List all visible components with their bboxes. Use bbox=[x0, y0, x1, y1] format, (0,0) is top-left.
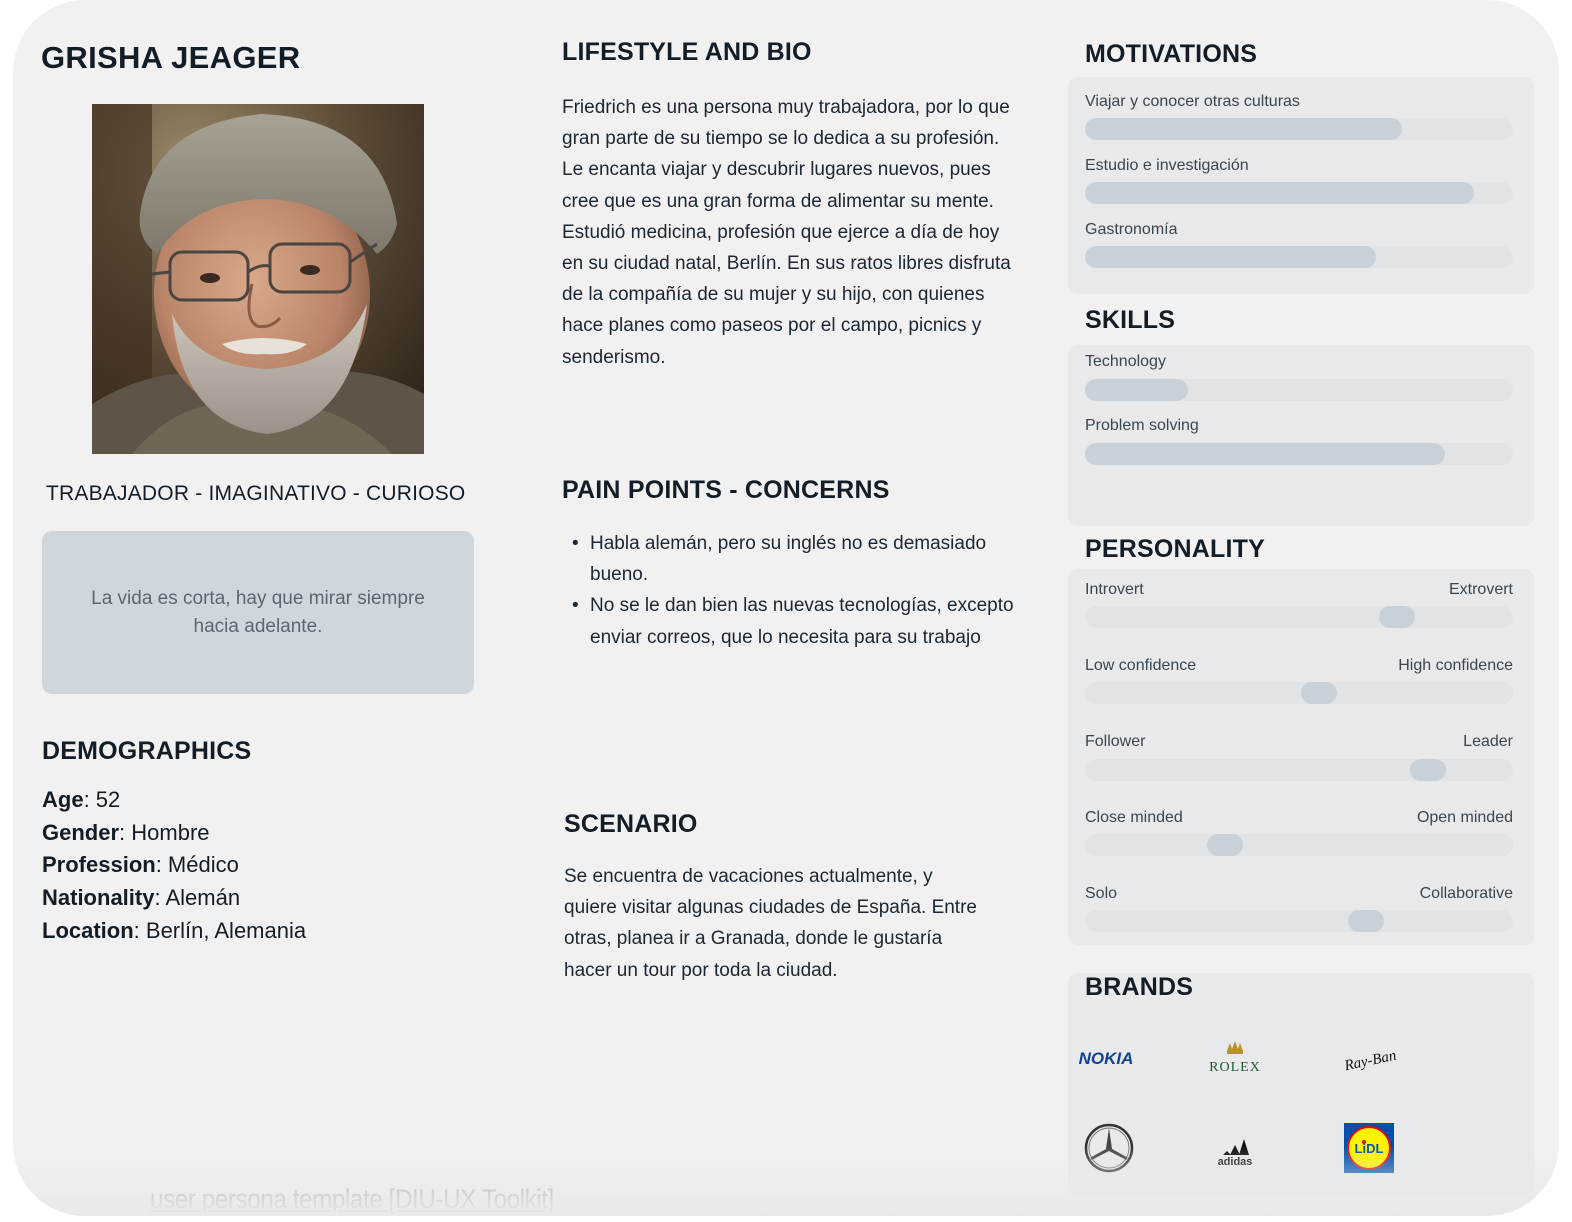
motivation-bar bbox=[1085, 182, 1513, 204]
personality-right-label: Extrovert bbox=[1448, 581, 1513, 598]
motivations-panel: Viajar y conocer otras culturas Estudio … bbox=[1068, 77, 1534, 294]
pain-points-list: Habla alemán, pero su inglés no es demas… bbox=[562, 528, 1032, 653]
svg-text:NOKIA: NOKIA bbox=[1079, 1049, 1134, 1068]
scenario-text: Se encuentra de vacaciones actualmente, … bbox=[564, 866, 977, 981]
personality-panel: Introvert Extrovert Low confidence High … bbox=[1068, 569, 1534, 945]
svg-text:ROLEX: ROLEX bbox=[1209, 1060, 1261, 1075]
personality-right-label: Open minded bbox=[1416, 809, 1513, 826]
personality-right-label: High confidence bbox=[1398, 657, 1513, 674]
personality-marker bbox=[1301, 682, 1337, 704]
pain-point-item: No se le dan bien las nuevas tecnologías… bbox=[562, 590, 1032, 652]
personality-heading: PERSONALITY bbox=[1085, 535, 1265, 563]
demographics-item: Profession: Médico bbox=[42, 852, 239, 878]
demographics-heading: DEMOGRAPHICS bbox=[42, 737, 252, 765]
personality-marker bbox=[1410, 759, 1446, 781]
skill-bar bbox=[1085, 443, 1513, 465]
skill-bar bbox=[1085, 379, 1513, 401]
svg-text:Ray-Ban: Ray-Ban bbox=[1342, 1048, 1398, 1075]
demographics-list: Age: 52 Gender: Hombre Profession: Médic… bbox=[42, 784, 306, 948]
persona-card: GRISHA JEAGER TRABAJADOR - IMAGINATIVO -… bbox=[13, 0, 1559, 1216]
personality-scale bbox=[1085, 606, 1513, 628]
demographics-item: Gender: Hombre bbox=[42, 819, 210, 845]
motivation-label: Gastronomía bbox=[1085, 221, 1178, 238]
skills-panel: Technology Problem solving bbox=[1068, 345, 1534, 526]
motivation-bar-fill bbox=[1085, 182, 1474, 204]
quote-text: La vida es corta, hay que mirar siempre … bbox=[91, 587, 425, 637]
skill-label: Technology bbox=[1085, 353, 1166, 370]
persona-name: GRISHA JEAGER bbox=[41, 40, 301, 75]
brands-heading: BRANDS bbox=[1085, 973, 1194, 1001]
motivation-label: Viajar y conocer otras culturas bbox=[1085, 93, 1300, 110]
personality-right-label: Leader bbox=[1463, 733, 1513, 750]
pain-point-item: Habla alemán, pero su inglés no es demas… bbox=[562, 528, 1032, 590]
adidas-logo: adidas bbox=[1203, 1129, 1267, 1169]
persona-photo bbox=[92, 104, 424, 454]
motivation-label: Estudio e investigación bbox=[1085, 157, 1249, 174]
bio-heading: LIFESTYLE AND BIO bbox=[562, 38, 812, 66]
personality-left-label: Low confidence bbox=[1085, 657, 1197, 674]
personality-marker bbox=[1348, 910, 1384, 932]
persona-quote: La vida es corta, hay que mirar siempre … bbox=[42, 531, 474, 694]
rolex-logo: ROLEX bbox=[1203, 1037, 1267, 1077]
skill-bar-fill bbox=[1085, 443, 1445, 465]
skill-label: Problem solving bbox=[1085, 417, 1199, 434]
motivation-bar bbox=[1085, 246, 1513, 268]
personality-right-label: Collaborative bbox=[1419, 885, 1513, 902]
motivations-heading: MOTIVATIONS bbox=[1085, 40, 1258, 68]
personality-left-label: Follower bbox=[1085, 733, 1146, 750]
personality-marker bbox=[1379, 606, 1415, 628]
demographics-item: Nationality: Alemán bbox=[42, 885, 241, 911]
bio-text: Friedrich es una persona muy trabajadora… bbox=[562, 97, 1011, 368]
template-credit-link[interactable]: user persona template [DIU-UX Toolkit] bbox=[150, 1184, 554, 1215]
skills-heading: SKILLS bbox=[1085, 306, 1176, 334]
personality-left-label: Close minded bbox=[1085, 809, 1183, 826]
personality-scale bbox=[1085, 682, 1513, 704]
motivation-bar-fill bbox=[1085, 118, 1402, 140]
personality-marker bbox=[1207, 834, 1243, 856]
mercedes-logo bbox=[1082, 1121, 1136, 1175]
personality-left-label: Solo bbox=[1085, 885, 1118, 902]
persona-traits: TRABAJADOR - IMAGINATIVO - CURIOSO bbox=[46, 482, 466, 505]
motivation-bar-fill bbox=[1085, 246, 1376, 268]
svg-text:adidas: adidas bbox=[1218, 1156, 1253, 1168]
personality-scale bbox=[1085, 759, 1513, 781]
scenario-heading: SCENARIO bbox=[564, 810, 698, 838]
pain-points-heading: PAIN POINTS - CONCERNS bbox=[562, 476, 890, 504]
ray-ban-logo: Ray-Ban bbox=[1338, 1039, 1402, 1077]
portrait-image bbox=[92, 104, 424, 454]
demographics-item: Age: 52 bbox=[42, 787, 121, 812]
personality-left-label: Introvert bbox=[1085, 581, 1144, 598]
skill-bar-fill bbox=[1085, 379, 1188, 401]
motivation-bar bbox=[1085, 118, 1513, 140]
svg-text:LiDL: LiDL bbox=[1355, 1141, 1384, 1156]
brands-panel: BRANDS NOKIA ROLEX Ray-Ban adidas LiDL bbox=[1068, 973, 1534, 1195]
personality-scale bbox=[1085, 910, 1513, 932]
demographics-item: Location: Berlín, Alemania bbox=[42, 917, 307, 943]
personality-scale bbox=[1085, 834, 1513, 856]
lidl-logo: LiDL bbox=[1344, 1123, 1394, 1173]
nokia-logo: NOKIA bbox=[1074, 1043, 1138, 1073]
